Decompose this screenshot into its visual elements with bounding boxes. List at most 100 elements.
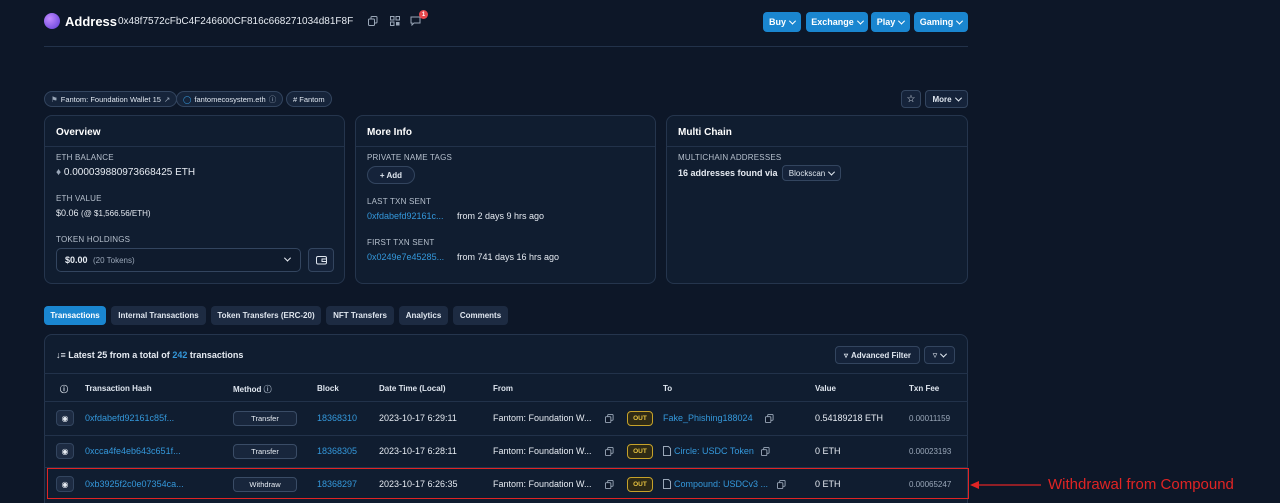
tag-chain-label: # Fantom [293,94,325,104]
play-button-label: Play [876,17,896,27]
token-holdings-select[interactable]: $0.00 (20 Tokens) [56,248,301,272]
qr-code-icon[interactable] [390,16,400,26]
header-from: From [493,384,513,393]
eth-balance-value: ♦ 0.000039880973668425 ETH [56,167,195,178]
view-details-button[interactable]: ◉ [56,410,74,426]
wallet-view-button[interactable] [308,248,334,272]
tx-to[interactable]: Fake_Phishing188024 [663,413,753,423]
ens-icon: ◯ [183,94,192,104]
block-link[interactable]: 18368310 [317,413,357,423]
tab-nft-transfers[interactable]: NFT Transfers [326,306,394,325]
multichain-text: 16 addresses found via [678,168,778,178]
annotation-label: Withdrawal from Compound [1048,476,1234,493]
blockscan-label: Blockscan [788,168,826,178]
direction-badge: OUT [627,411,653,426]
header-datetime[interactable]: Date Time (Local) [379,384,446,393]
summary-prefix: Latest 25 from a total of [68,350,170,360]
summary-suffix: transactions [189,350,244,360]
filter-icon: ▿ [843,350,848,360]
direction-badge: OUT [627,444,653,459]
blockscan-dropdown[interactable]: Blockscan [782,165,841,181]
favorite-button[interactable]: ☆ [901,90,921,108]
token-holdings-value: $0.00 [65,255,88,265]
exchange-button[interactable]: Exchange [806,12,868,32]
overview-card: Overview ETH BALANCE ♦ 0.000039880973668… [44,115,345,284]
notification-badge: 1 [419,10,428,19]
last-txn-label: LAST TXN SENT [367,197,432,206]
wallet-icon [315,256,327,265]
summary-count[interactable]: 242 [172,350,187,360]
buy-button-label: Buy [768,17,786,27]
tag-icon: ⚑ [51,94,58,104]
eth-value: $0.06 (@ $1,566.56/ETH) [56,208,151,218]
tab-transactions[interactable]: Transactions [44,306,106,325]
add-tag-button[interactable]: + Add [367,166,415,184]
exchange-button-label: Exchange [811,17,854,27]
eye-icon: ◉ [61,446,69,456]
tag-chain[interactable]: # Fantom [286,91,332,107]
tag-wallet[interactable]: ⚑ Fantom: Foundation Wallet 15 ↗ [44,91,178,107]
gaming-button[interactable]: Gaming [914,12,968,32]
advanced-filter-button[interactable]: ▿ Advanced Filter [835,346,920,364]
page-title: Address [65,14,118,29]
tx-from[interactable]: Fantom: Foundation W... [493,413,592,423]
tx-hash[interactable]: 0xcca4fe4eb643c651f... [85,446,181,456]
header-hash: Transaction Hash [85,384,152,393]
chevron-down-icon [283,254,292,262]
eth-value-amount: $0.06 [56,208,79,218]
more-button-label: More [932,94,952,104]
tx-fee: 0.00023193 [909,447,952,456]
token-holdings-count: (20 Tokens) [93,256,135,265]
tx-from[interactable]: Fantom: Foundation W... [493,446,592,456]
eye-icon: ◉ [61,413,69,423]
tag-ens[interactable]: ◯ fantomecosystem.eth ⓘ [176,91,284,107]
contract-icon [663,446,671,456]
help-icon[interactable]: ⓘ [60,384,68,395]
tx-fee: 0.00011159 [909,414,951,423]
header-to: To [663,384,673,393]
copy-icon[interactable] [765,414,774,423]
header-fee[interactable]: Txn Fee [909,384,939,393]
multichain-title: Multi Chain [678,127,732,138]
copy-icon[interactable] [368,16,378,26]
eth-balance-label: ETH BALANCE [56,153,114,162]
tx-to[interactable]: Circle: USDC Token [674,446,754,456]
multichain-card: Multi Chain MULTICHAIN ADDRESSES 16 addr… [666,115,968,284]
filter-dropdown-button[interactable]: ▿ [924,346,955,364]
first-txn-hash[interactable]: 0x0249e7e45285... [367,252,444,262]
chevron-down-icon [940,350,948,358]
view-details-button[interactable]: ◉ [56,443,74,459]
address-avatar-icon [44,13,60,29]
buy-button[interactable]: Buy [763,12,801,32]
block-link[interactable]: 18368305 [317,446,357,456]
copy-icon[interactable] [605,414,614,423]
method-badge: Transfer [233,444,297,459]
copy-icon[interactable] [761,447,770,456]
more-button[interactable]: More [925,90,968,108]
header-value: Value [815,384,836,393]
tx-datetime: 2023-10-17 6:29:11 [379,413,457,423]
header-method: Method ⓘ [233,384,272,395]
tag-ens-label: fantomecosystem.eth [194,94,266,104]
tag-wallet-label: Fantom: Foundation Wallet 15 [60,94,161,104]
eth-balance-text: 0.000039880973668425 ETH [63,167,196,178]
funnel-icon: ▿ [932,349,938,360]
sort-icon: ↓≡ [56,350,66,360]
tx-value: 0 ETH [815,446,841,456]
tab-analytics[interactable]: Analytics [399,306,448,325]
tx-value: 0.54189218 ETH [815,413,884,423]
private-tags-label: PRIVATE NAME TAGS [367,153,453,162]
tab-internal-transactions[interactable]: Internal Transactions [111,306,206,325]
token-holdings-label: TOKEN HOLDINGS [56,235,131,244]
copy-icon[interactable] [605,447,614,456]
more-info-title: More Info [367,127,412,138]
play-button[interactable]: Play [871,12,910,32]
gaming-button-label: Gaming [919,17,954,27]
add-tag-label: + Add [379,170,403,180]
multichain-label: MULTICHAIN ADDRESSES [678,153,782,162]
tab-comments[interactable]: Comments [453,306,508,325]
eth-price: (@ $1,566.56/ETH) [81,209,151,218]
tab-token-transfers[interactable]: Token Transfers (ERC-20) [211,306,321,325]
last-txn-hash[interactable]: 0xfdabefd92161c... [367,211,444,221]
tx-hash[interactable]: 0xfdabefd92161c85f... [85,413,174,423]
